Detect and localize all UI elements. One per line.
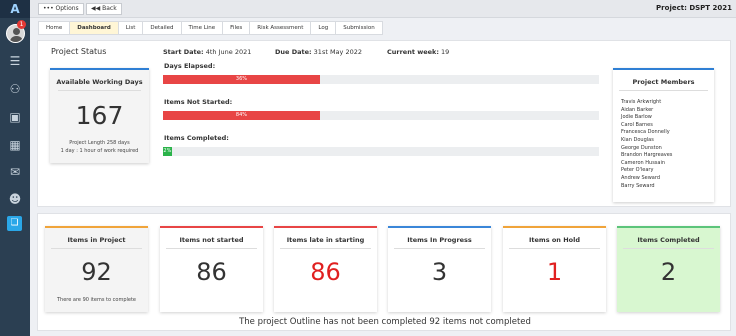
- menu-icon[interactable]: ☰: [7, 53, 23, 69]
- member-item: Cameron Hussain: [621, 159, 666, 166]
- divider: [619, 90, 708, 91]
- divider: [166, 248, 257, 249]
- users-icon[interactable]: ⚇: [7, 81, 23, 97]
- items-completed-bar: 2%: [163, 147, 599, 156]
- outline-note: The project Outline has not been complet…: [239, 317, 531, 327]
- clipboard-icon[interactable]: ▣: [7, 109, 23, 125]
- book-icon[interactable]: ❏: [7, 216, 22, 231]
- tab-risk-assessment[interactable]: Risk Assessment: [249, 21, 311, 35]
- stat-value: 86: [196, 258, 227, 286]
- stat-card-items-in-progress: Items In Progress 3: [388, 226, 491, 312]
- project-members-card: Project Members Travis Arkwright Aidan Ba…: [613, 68, 714, 202]
- working-days-card: Available Working Days 167 Project Lengt…: [50, 68, 149, 163]
- stat-title: Items on Hold: [529, 236, 580, 244]
- tab-list[interactable]: List: [117, 21, 143, 35]
- member-item: Francesca Donnelly: [621, 129, 670, 136]
- divider: [280, 248, 371, 249]
- divider: [51, 248, 142, 249]
- working-days-title: Available Working Days: [56, 78, 143, 86]
- mail-icon[interactable]: ✉: [7, 164, 23, 180]
- divider: [509, 248, 600, 249]
- days-elapsed-fill: 36%: [163, 75, 320, 84]
- back-button[interactable]: ◀◀ Back: [86, 3, 122, 15]
- member-item: Brandon Hargreaves: [621, 152, 673, 159]
- app-root: A 1 ☰ ⚇ ▣ ▦ ✉ ☻ ❏ ••• Options ◀◀ Back Pr…: [0, 0, 736, 336]
- items-not-started-fill: 84%: [163, 111, 320, 120]
- start-date-label: Start Date:: [163, 48, 204, 56]
- options-button[interactable]: ••• Options: [38, 3, 84, 15]
- stat-value: 3: [431, 258, 448, 286]
- project-status-title: Project Status: [51, 47, 107, 56]
- start-date: Start Date: 4th June 2021: [163, 48, 251, 56]
- stat-card-items-completed: Items Completed 2: [617, 226, 720, 312]
- item-stats-panel: Items in Project 92 There are 90 items to …: [37, 213, 731, 331]
- stat-title: Items in Project: [67, 236, 126, 244]
- member-item: Aidan Barker: [621, 106, 654, 113]
- project-members-title: Project Members: [632, 78, 695, 86]
- stat-title: Items not started: [179, 236, 244, 244]
- tab-bar: Home Dashboard List Detailed Time Line Files R…: [38, 21, 383, 35]
- divider: [394, 248, 485, 249]
- app-logo[interactable]: A: [0, 0, 30, 18]
- items-completed-label: Items Completed:: [164, 134, 229, 142]
- stat-card-items-late-in-starting: Items late in starting 86: [274, 226, 377, 312]
- due-date: Due Date: 31st May 2022: [275, 48, 362, 56]
- member-item: Travis Arkwright: [621, 99, 662, 105]
- tab-files[interactable]: Files: [222, 21, 250, 35]
- member-item: Peter O'leary: [621, 167, 654, 174]
- items-completed-fill: 2%: [163, 147, 172, 156]
- calendar-icon[interactable]: ▦: [7, 137, 23, 153]
- stat-card-items-on-hold: Items on Hold 1: [503, 226, 606, 312]
- days-elapsed-bar: 36%: [163, 75, 599, 84]
- member-item: Jodie Barlow: [621, 114, 652, 121]
- stat-value: 86: [310, 258, 341, 286]
- items-not-started-label: Items Not Started:: [164, 98, 233, 106]
- member-item: Kian Douglas: [621, 136, 654, 143]
- start-date-value: 4th June 2021: [205, 48, 252, 56]
- current-week-value: 19: [441, 48, 450, 56]
- stat-value: 92: [81, 258, 112, 286]
- stat-card-items-in-project: Items in Project 92 There are 90 items to …: [45, 226, 148, 312]
- tab-log[interactable]: Log: [310, 21, 336, 35]
- stat-value: 2: [660, 258, 677, 286]
- divider: [623, 248, 714, 249]
- stat-subtext: There are 90 items to complete: [57, 297, 136, 303]
- member-item: Carol Barnes: [621, 121, 653, 128]
- stat-title: Items In Progress: [407, 236, 472, 244]
- avatar-head: [13, 28, 20, 35]
- notification-badge[interactable]: 1: [17, 20, 26, 29]
- tab-home[interactable]: Home: [38, 21, 70, 35]
- current-week: Current week: 19: [387, 48, 449, 56]
- stat-value: 1: [546, 258, 563, 286]
- avatar-body: [10, 36, 23, 42]
- member-item: Andrew Seward: [621, 174, 661, 181]
- member-item: George Dunston: [621, 144, 662, 151]
- sidebar: A 1 ☰ ⚇ ▣ ▦ ✉ ☻ ❏: [0, 0, 30, 336]
- stat-title: Items late in starting: [286, 236, 365, 244]
- work-required: 1 day : 1 hour of work required: [60, 148, 139, 154]
- top-bar: ••• Options ◀◀ Back Project: DSPT 2021: [30, 0, 736, 18]
- stat-title: Items Completed: [637, 236, 700, 244]
- items-not-started-bar: 84%: [163, 111, 599, 120]
- members-list: Travis Arkwright Aidan Barker Jodie Barlow…: [621, 99, 672, 190]
- tab-dashboard[interactable]: Dashboard: [69, 21, 118, 35]
- member-item: Barry Seward: [621, 182, 655, 189]
- tab-submission[interactable]: Submission: [335, 21, 383, 35]
- current-week-label: Current week:: [387, 48, 439, 56]
- project-length: Project Length 258 days: [69, 140, 130, 146]
- tab-detailed[interactable]: Detailed: [142, 21, 181, 35]
- working-days-value: 167: [75, 101, 124, 130]
- due-date-label: Due Date:: [275, 48, 312, 56]
- person-icon[interactable]: ☻: [7, 191, 23, 207]
- due-date-value: 31st May 2022: [313, 48, 362, 56]
- stat-card-items-not-started: Items not started 86: [160, 226, 263, 312]
- divider: [58, 90, 141, 91]
- tab-time-line[interactable]: Time Line: [180, 21, 223, 35]
- days-elapsed-label: Days Elapsed:: [164, 62, 216, 70]
- project-title: Project: DSPT 2021: [656, 4, 732, 12]
- project-status-panel: Project Status Start Date: 4th June 2021…: [37, 40, 731, 207]
